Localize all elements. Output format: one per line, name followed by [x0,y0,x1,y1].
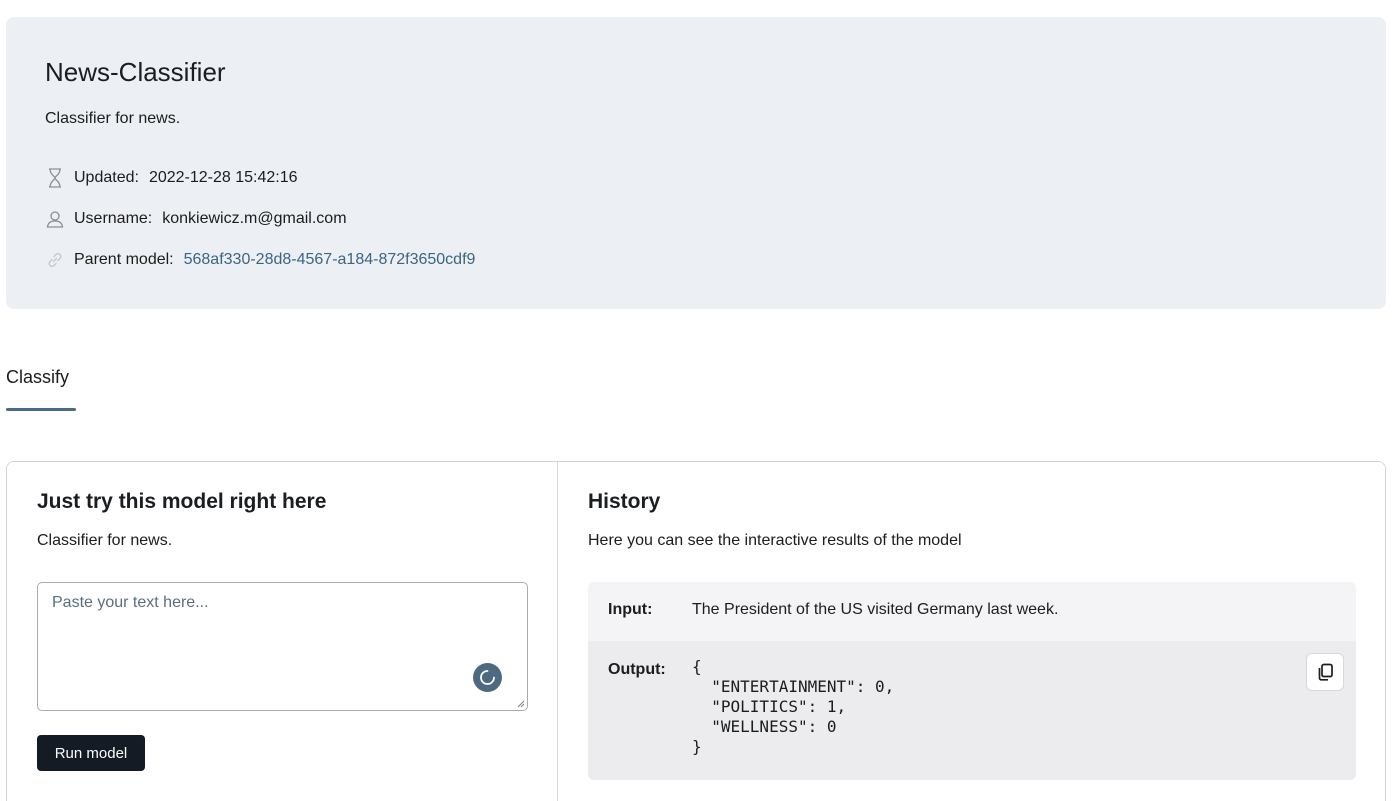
history-input-row: Input: The President of the US visited G… [588,582,1356,641]
username-label: Username: [74,210,153,227]
copy-button[interactable] [1306,653,1344,691]
updated-label: Updated: [74,169,139,186]
history-output-label: Output: [608,661,666,678]
try-model-description: Classifier for news. [37,532,173,549]
spinner-icon[interactable] [473,663,502,692]
page-title: News-Classifier [45,57,226,87]
resize-handle[interactable] [516,699,525,708]
username-value: konkiewicz.m@gmail.com [162,210,347,227]
copy-icon [1318,663,1333,681]
hourglass-icon [45,168,65,188]
history-output-row: Output: { "ENTERTAINMENT": 0, "POLITICS"… [588,641,1356,780]
run-model-button[interactable]: Run model [37,735,145,771]
model-panel: Just try this model right here Classifie… [6,461,1386,801]
text-input[interactable] [38,583,527,710]
updated-row: Updated: 2022-12-28 15:42:16 [45,167,298,189]
history-input-value: The President of the US visited Germany … [692,601,1059,618]
model-description: Classifier for news. [45,110,181,127]
model-header: News-Classifier Classifier for news. Upd… [6,17,1386,309]
parent-model-link[interactable]: 568af330-28d8-4567-a184-872f3650cdf9 [184,251,476,269]
username-row: Username: konkiewicz.m@gmail.com [45,208,347,230]
history-entry: Input: The President of the US visited G… [588,582,1356,780]
link-icon [45,250,65,270]
history-description: Here you can see the interactive results… [588,532,962,549]
user-icon [45,209,65,229]
try-model-title: Just try this model right here [37,490,327,513]
text-input-container [37,582,528,711]
history-title: History [588,490,661,513]
tab-classify[interactable]: Classify [6,367,69,388]
updated-value: 2022-12-28 15:42:16 [148,169,298,186]
panel-divider [557,462,558,801]
parent-model-row: Parent model: 568af330-28d8-4567-a184-87… [45,249,475,271]
history-input-label: Input: [608,601,653,618]
active-tab-indicator [6,408,76,411]
history-output-json: { "ENTERTAINMENT": 0, "POLITICS": 1, "WE… [692,657,895,756]
parent-model-label: Parent model: [74,251,174,268]
